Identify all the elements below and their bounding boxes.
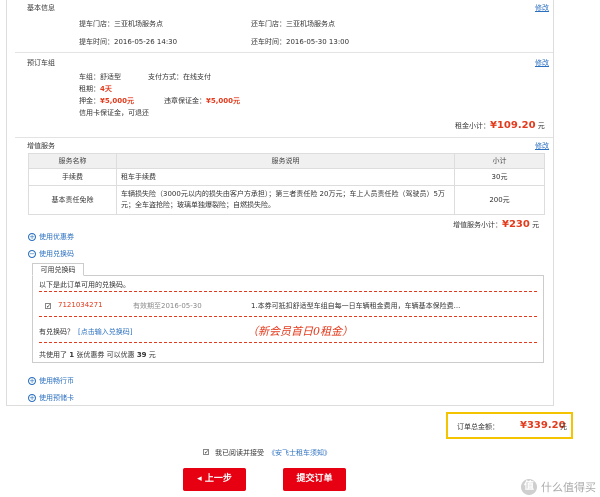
new-member-annotation: （新会员首日0租金） (247, 325, 353, 338)
col-subtotal: 小计 (454, 153, 545, 169)
coupon-validity: 有效期至2016-05-30 (133, 302, 202, 310)
return-store: 还车门店：三亚机场服务点 (251, 20, 335, 28)
use-code-toggle[interactable]: − 使用兑换码 (28, 249, 74, 259)
agreement-checkbox[interactable]: ✓ (203, 449, 209, 456)
service-name: 手续费 (28, 168, 117, 186)
deposit: 押金：¥5,000元 (79, 97, 135, 105)
col-service-name: 服务名称 (28, 153, 117, 169)
minus-icon: − (28, 249, 36, 258)
rental-subtotal: 租金小计：¥109.20 元 (455, 120, 545, 131)
divider (39, 291, 537, 292)
value-added-edit-link[interactable]: 修改 (535, 141, 549, 151)
vehicle-edit-link[interactable]: 修改 (535, 58, 549, 68)
terms-link[interactable]: 《安飞士租车须知》 (268, 448, 331, 458)
order-total-value: ¥339.20 (520, 420, 566, 431)
plus-icon: + (28, 393, 36, 402)
coupon-checkbox[interactable]: ✓ (45, 303, 51, 310)
value-added-subtotal: 增值服务小计：¥230 元 (453, 219, 540, 230)
has-code-label: 有兑换码？ (39, 328, 74, 336)
coupon-code: 7121034271 (58, 301, 103, 309)
service-price: 30元 (454, 168, 545, 186)
service-table: 服务名称 服务说明 小计 手续费 租车手续费 30元 基本责任免除 车辆损失险（… (28, 153, 545, 215)
watermark: 值 什么值得买 (521, 479, 596, 495)
col-service-desc: 服务说明 (116, 153, 455, 169)
use-prepaid-card-toggle[interactable]: + 使用预储卡 (28, 393, 74, 403)
order-total-label: 订单总金额： (457, 423, 499, 431)
service-price: 200元 (454, 185, 545, 215)
order-total-unit: 元 (560, 423, 567, 431)
service-name: 基本责任免除 (28, 185, 117, 215)
watermark-text: 什么值得买 (541, 481, 596, 494)
pickup-time: 提车时间：2016-05-26 14:30 (79, 38, 178, 46)
plus-icon: + (28, 232, 36, 241)
return-time: 还车时间：2016-05-30 13:00 (251, 38, 350, 46)
plus-icon: + (28, 376, 36, 385)
basic-info-title: 基本信息 (27, 4, 55, 12)
divider (39, 316, 537, 317)
coupon-description: 1.本券可抵扣舒适型车组自每一日车辆租金费用，车辆基本保险费... (251, 302, 461, 310)
service-desc: 租车手续费 (116, 168, 455, 186)
divider (39, 342, 537, 343)
divider (15, 137, 553, 138)
coupon-intro: 以下是此订单可用的兑换码。 (39, 281, 130, 289)
deposit-note: 信用卡保证金，可退还 (79, 109, 149, 117)
coupon-panel: 以下是此订单可用的兑换码。 ✓ 7121034271 有效期至2016-05-3… (32, 275, 544, 363)
coupon-summary: 共使用了 1 张优惠券 可以优惠 39 元 (39, 351, 156, 359)
lease-period: 租期：4天 (79, 85, 112, 93)
divider (15, 52, 553, 53)
table-row: 手续费 租车手续费 30元 (28, 168, 545, 186)
use-coupon-toggle[interactable]: + 使用优惠券 (28, 232, 74, 242)
violation-deposit: 违章保证金：¥5,000元 (164, 97, 241, 105)
pickup-store: 提车门店：三亚机场服务点 (79, 20, 163, 28)
tab-available-codes[interactable]: 可用兑换码 (32, 263, 84, 276)
vehicle-group: 车组：舒适型 (79, 73, 121, 81)
vehicle-title: 预订车组 (27, 59, 55, 67)
agreement-text: 我已阅读并接受 (215, 449, 264, 457)
table-row: 基本责任免除 车辆损失险（3000元以内的损失由客户方承担）；第三者责任险 20… (28, 185, 545, 215)
submit-order-button[interactable]: 提交订单 (283, 468, 346, 491)
value-added-title: 增值服务 (27, 142, 55, 150)
payment-method: 支付方式：在线支付 (148, 73, 211, 81)
watermark-logo: 值 (521, 479, 537, 495)
order-total-box: 订单总金额： ¥339.20 元 (446, 412, 573, 439)
basic-info-edit-link[interactable]: 修改 (535, 3, 549, 13)
use-travel-coin-toggle[interactable]: + 使用畅行币 (28, 376, 74, 386)
service-desc: 车辆损失险（3000元以内的损失由客户方承担）；第三者责任险 20万元；车上人员… (116, 185, 455, 215)
enter-code-link[interactable]: [点击输入兑换码] (78, 327, 132, 337)
prev-step-button[interactable]: ◂ 上一步 (183, 468, 246, 491)
